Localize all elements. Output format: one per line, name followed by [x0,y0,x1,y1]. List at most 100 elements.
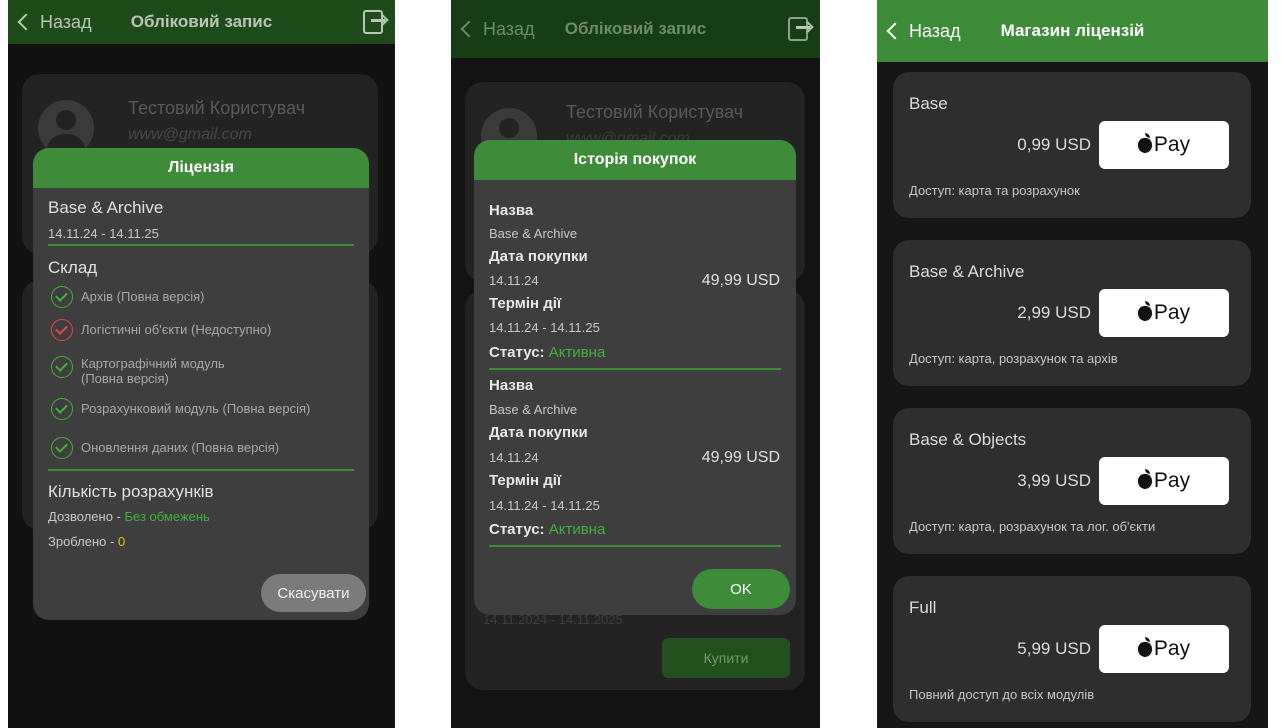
term-label: Термін дії [489,472,562,489]
logout-icon[interactable] [788,17,810,41]
profile-email: www@gmail.com [128,126,252,143]
chevron-left-icon [17,13,35,31]
product-description: Повний доступ до всіх модулів [909,687,1095,702]
license-period: 14.11.24 - 14.11.25 [48,226,159,241]
purchase-term: 14.11.24 - 14.11.25 [489,498,600,513]
phone-screen-license: Назад Обліковий запис Тестовий Користува… [8,0,395,728]
product-price: 0,99 USD [1017,135,1091,154]
apple-logo-icon [1137,301,1152,321]
status-row: Статус: Активна [489,344,605,361]
profile-name: Тестовий Користувач [566,102,744,122]
product-price: 2,99 USD [1017,303,1091,322]
feature-label: Оновлення даних (Повна версія) [81,440,280,455]
pay-label: Pay [1153,133,1191,156]
back-label: Назад [909,20,961,41]
product-card: Base & Archive 2,99 USD Pay Доступ: карт… [893,240,1251,386]
divider [48,244,354,246]
term-label: Термін дії [489,295,562,312]
top-bar: Назад Магазин ліцензій [877,0,1268,62]
product-name: Base & Archive [909,262,1025,281]
name-label: Назва [489,202,534,219]
status-label: Статус: [489,344,545,361]
check-circle-icon [51,356,73,378]
apple-pay-button[interactable]: Pay [1099,289,1229,337]
cancel-button[interactable]: Скасувати [261,574,366,612]
product-description: Доступ: карта, розрахунок та архів [909,351,1118,366]
feature-label: Архів (Повна версія) [81,289,205,304]
back-button[interactable]: Назад [457,19,535,40]
pay-label: Pay [1153,469,1191,492]
product-description: Доступ: карта та розрахунок [909,183,1080,198]
feature-item: Логістичні об'єкти (Недоступно) [51,319,271,341]
allowed-label: Дозволено - [48,509,125,524]
license-name: Base & Archive [48,198,164,217]
ok-button[interactable]: OK [692,569,790,609]
logout-icon[interactable] [363,10,385,34]
purchase-date: 14.11.24 [489,273,539,288]
chevron-left-icon [460,20,478,38]
unavailable-circle-icon [51,319,73,341]
pay-label: Pay [1153,301,1191,324]
product-card: Base 0,99 USD Pay Доступ: карта та розра… [893,72,1251,218]
buy-button[interactable]: Купити [662,638,790,678]
feature-label: Логістичні об'єкти (Недоступно) [81,322,272,337]
components-title: Склад [48,258,98,277]
purchase-date: 14.11.24 [489,450,539,465]
feature-item: Розрахунковий модуль (Повна версія) [51,398,310,420]
back-label: Назад [40,11,92,32]
product-name: Base & Objects [909,430,1027,449]
product-price: 3,99 USD [1017,471,1091,490]
phone-screen-store: Назад Магазин ліцензій Base 0,99 USD Pay… [877,0,1268,728]
profile-name: Тестовий Користувач [128,98,306,118]
divider [489,368,781,370]
status-badge: Активна [548,344,606,361]
apple-logo-icon [1137,133,1152,153]
feature-item: Архів (Повна версія) [51,286,204,308]
product-card: Base & Objects 3,99 USD Pay Доступ: карт… [893,408,1251,554]
back-button[interactable]: Назад [14,12,92,33]
purchase-name: Base & Archive [489,402,578,417]
top-bar: Назад Обліковий запис [8,0,395,44]
apple-pay-button[interactable]: Pay [1099,625,1229,673]
check-circle-icon [51,286,73,308]
modal-title: Історія покупок [474,140,796,180]
apple-logo-icon [1137,637,1152,657]
done-row: Зроблено - 0 [48,534,125,549]
product-card: Full 5,99 USD Pay Повний доступ до всіх … [893,576,1251,722]
status-row: Статус: Активна [489,521,605,538]
done-label: Зроблено - [48,534,118,549]
name-label: Назва [489,377,534,394]
pay-label: Pay [1153,637,1191,660]
product-price: 5,99 USD [1017,639,1091,658]
status-badge: Активна [548,521,606,538]
product-name: Full [909,598,937,617]
apple-logo-icon [1137,469,1152,489]
chevron-left-icon [886,22,904,40]
date-label: Дата покупки [489,424,588,441]
divider [48,469,354,471]
allowed-row: Дозволено - Без обмежень [48,509,210,524]
purchase-price: 49,99 USD [701,272,780,289]
feature-item: Оновлення даних (Повна версія) [51,437,279,459]
purchase-history-modal: Історія покупок Назва Base & Archive Дат… [474,140,796,615]
date-label: Дата покупки [489,248,588,265]
back-button[interactable]: Назад [883,21,961,42]
allowed-value: Без обмежень [124,509,210,524]
purchase-name: Base & Archive [489,226,578,241]
feature-item: Картографічний модуль (Повна версія) [51,356,225,386]
apple-pay-button[interactable]: Pay [1099,457,1229,505]
top-bar: Назад Обліковий запис [451,0,820,58]
product-description: Доступ: карта, розрахунок та лог. об'єкт… [909,519,1156,534]
purchase-term: 14.11.24 - 14.11.25 [489,320,600,335]
feature-label: Картографічний модуль (Повна версія) [81,356,225,386]
back-label: Назад [483,18,535,39]
license-modal: Ліцензія Base & Archive 14.11.24 - 14.11… [33,148,369,620]
feature-label-line2: (Повна версія) [81,371,169,386]
product-name: Base [909,94,948,113]
phone-screen-history: Назад Обліковий запис Тестовий Користува… [451,0,820,728]
check-circle-icon [51,437,73,459]
apple-pay-button[interactable]: Pay [1099,121,1229,169]
feature-label: Розрахунковий модуль (Повна версія) [81,401,311,416]
done-value: 0 [117,534,126,549]
modal-title: Ліцензія [33,148,369,188]
